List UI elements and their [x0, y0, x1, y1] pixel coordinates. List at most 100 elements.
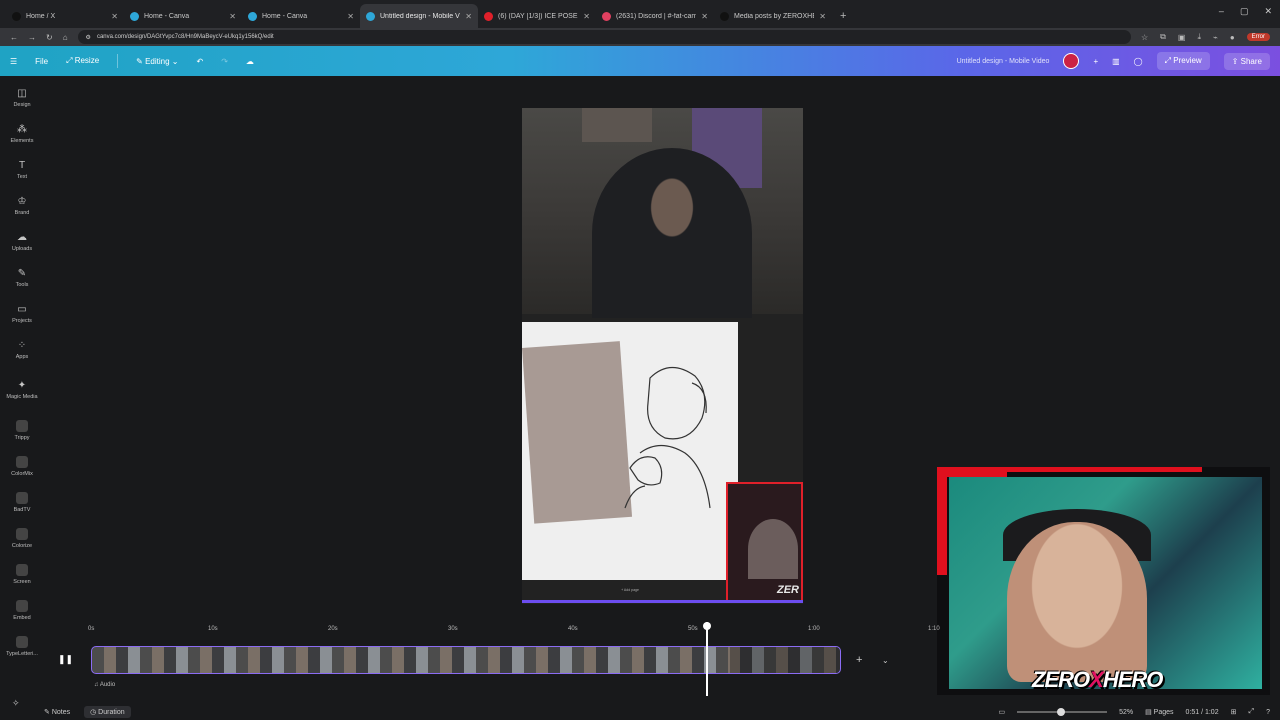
sidebar-item-tools[interactable]: ✎ Tools: [0, 268, 44, 288]
design-title[interactable]: Untitled design - Mobile Video: [957, 58, 1050, 65]
maximize-icon[interactable]: ▢: [1240, 6, 1249, 17]
browser-tab[interactable]: Home - Canva ✕: [242, 4, 360, 28]
webcam-frame-side: [937, 475, 947, 575]
sidebar-item-embed[interactable]: Embed: [0, 600, 44, 621]
redo-icon[interactable]: ↷: [221, 57, 228, 66]
app-thumb-icon: [16, 420, 28, 432]
sidebar-item-uploads[interactable]: ☁ Uploads: [0, 232, 44, 252]
menu-icon[interactable]: ☰: [10, 57, 17, 66]
sidebar-toggle-icon[interactable]: ▣: [1178, 33, 1186, 42]
home-icon[interactable]: ⌂: [63, 33, 68, 42]
webcam-overlay-clip[interactable]: ZER: [726, 482, 803, 602]
close-tab-icon[interactable]: ✕: [465, 12, 472, 21]
grid-view-icon[interactable]: ⊞: [1231, 708, 1237, 716]
undo-icon[interactable]: ↶: [196, 57, 203, 66]
brand-icon: ♔: [17, 196, 27, 207]
close-tab-icon[interactable]: ✕: [111, 12, 118, 21]
editing-mode-dropdown[interactable]: ✎ Editing ⌄: [136, 57, 178, 66]
apps-icon: ⁘: [17, 340, 27, 351]
cast-icon[interactable]: ⌁: [1213, 33, 1218, 42]
zoom-slider[interactable]: [1017, 708, 1108, 716]
magic-assistant-icon[interactable]: ✧: [12, 698, 20, 709]
close-tab-icon[interactable]: ✕: [819, 12, 826, 21]
browser-tab[interactable]: Media posts by ZEROXHERO (@ ✕: [714, 4, 832, 28]
video-clip-top[interactable]: [522, 108, 803, 318]
error-badge[interactable]: Error: [1246, 33, 1270, 41]
minimize-icon[interactable]: –: [1219, 6, 1224, 17]
help-icon[interactable]: ?: [1266, 709, 1270, 716]
sidebar-item-magic-media[interactable]: ✦ Magic Media: [0, 380, 44, 400]
insights-icon[interactable]: ▥: [1112, 57, 1120, 66]
audio-track-label[interactable]: ♫ Audio: [94, 682, 115, 688]
comments-icon[interactable]: ◯: [1134, 57, 1143, 66]
pages-button[interactable]: ▤ Pages: [1145, 708, 1173, 716]
close-tab-icon[interactable]: ✕: [347, 12, 354, 21]
sidebar-item-colormix[interactable]: ColorMix: [0, 456, 44, 477]
forward-icon[interactable]: →: [28, 33, 36, 42]
close-icon[interactable]: ✕: [1264, 6, 1272, 17]
timeline-ruler[interactable]: 0s 10s 20s 30s 40s 50s 1:00 1:10: [44, 622, 944, 636]
cloud-sync-icon[interactable]: ☁: [246, 57, 254, 66]
sidebar-item-brand[interactable]: ♔ Brand: [0, 196, 44, 216]
file-menu[interactable]: File: [35, 57, 48, 66]
close-tab-icon[interactable]: ✕: [583, 12, 590, 21]
browser-tab[interactable]: Home / X ✕: [6, 4, 124, 28]
zoom-level[interactable]: 52%: [1119, 709, 1133, 716]
sidebar-item-apps[interactable]: ⁘ Apps: [0, 340, 44, 360]
sidebar-item-label: Brand: [14, 210, 30, 216]
resize-icon: ⤢: [66, 56, 75, 65]
preview-button[interactable]: ⤢ Preview: [1156, 52, 1210, 70]
sidebar-item-elements[interactable]: ⁂ Elements: [0, 124, 44, 144]
sidebar-item-badtv[interactable]: BadTV: [0, 492, 44, 513]
fullscreen-icon[interactable]: ⤢: [1248, 708, 1254, 716]
add-page-button[interactable]: + Add page: [522, 585, 738, 595]
x-icon: [720, 11, 729, 21]
download-icon[interactable]: ⤓: [1197, 32, 1201, 42]
duration-button[interactable]: ◷ Duration: [84, 706, 131, 718]
chevron-down-icon[interactable]: ⌄: [882, 656, 889, 665]
resize-button[interactable]: ⤢ Resize: [66, 56, 99, 66]
tab-title: (2631) Discord | #-fat-camp-up: [616, 12, 697, 20]
bookmark-star-icon[interactable]: ☆: [1141, 33, 1148, 42]
pause-icon[interactable]: ❚❚: [58, 654, 73, 666]
back-icon[interactable]: ←: [10, 33, 18, 42]
playhead-knob[interactable]: [703, 622, 711, 630]
profile-icon[interactable]: ●: [1230, 33, 1235, 42]
sidebar-item-trippy[interactable]: Trippy: [0, 420, 44, 441]
reload-icon[interactable]: ↻: [46, 33, 53, 42]
sidebar-item-colorize[interactable]: Colorize: [0, 528, 44, 549]
sidebar-item-text[interactable]: T Text: [0, 160, 44, 180]
sidebar-item-projects[interactable]: ▭ Projects: [0, 304, 44, 324]
timeline-tick: 10s: [208, 626, 218, 632]
sidebar-item-screen[interactable]: Screen: [0, 564, 44, 585]
add-clip-icon[interactable]: +: [856, 654, 862, 666]
avatar[interactable]: [1063, 53, 1080, 69]
notes-button[interactable]: ✎ Notes: [44, 708, 70, 716]
screen-icon[interactable]: ▭: [998, 708, 1005, 716]
video-track[interactable]: [91, 646, 841, 674]
site-info-icon[interactable]: ⚙: [86, 34, 91, 41]
browser-tab[interactable]: (2631) Discord | #-fat-camp-up ✕: [596, 4, 714, 28]
extensions-icon[interactable]: ⧉: [1160, 32, 1166, 42]
timeline-tick: 0s: [88, 626, 95, 632]
time-readout: 0:51 / 1:02: [1185, 708, 1219, 716]
sidebar-item-label: Trippy: [14, 435, 30, 441]
sidebar-item-typeletteri[interactable]: TypeLetteri...: [0, 636, 44, 657]
browser-tab[interactable]: Home - Canva ✕: [124, 4, 242, 28]
playhead[interactable]: [703, 622, 711, 696]
add-collaborator-icon[interactable]: +: [1093, 57, 1098, 66]
url-field[interactable]: ⚙ canva.com/design/DAGtYvpc7c8/Hn9MaBeyc…: [77, 30, 1131, 44]
browser-tab[interactable]: Untitled design - Mobile Vi ✕: [360, 4, 478, 28]
sidebar-item-label: Magic Media: [6, 394, 38, 400]
browser-tab[interactable]: (6) (DAY [1/3]) ICE POSEIDON ✕: [478, 4, 596, 28]
design-page[interactable]: ZER: [522, 108, 803, 604]
sidebar-item-design[interactable]: ◫ Design: [0, 88, 44, 108]
close-tab-icon[interactable]: ✕: [701, 12, 708, 21]
close-tab-icon[interactable]: ✕: [229, 12, 236, 21]
app-thumb-icon: [16, 456, 28, 468]
track-tail: [730, 647, 840, 673]
new-tab-icon[interactable]: +: [832, 4, 854, 28]
line-drawing[interactable]: [610, 358, 730, 518]
zoom-slider-knob[interactable]: [1057, 708, 1066, 716]
share-button[interactable]: ⇪ Share: [1223, 52, 1270, 70]
